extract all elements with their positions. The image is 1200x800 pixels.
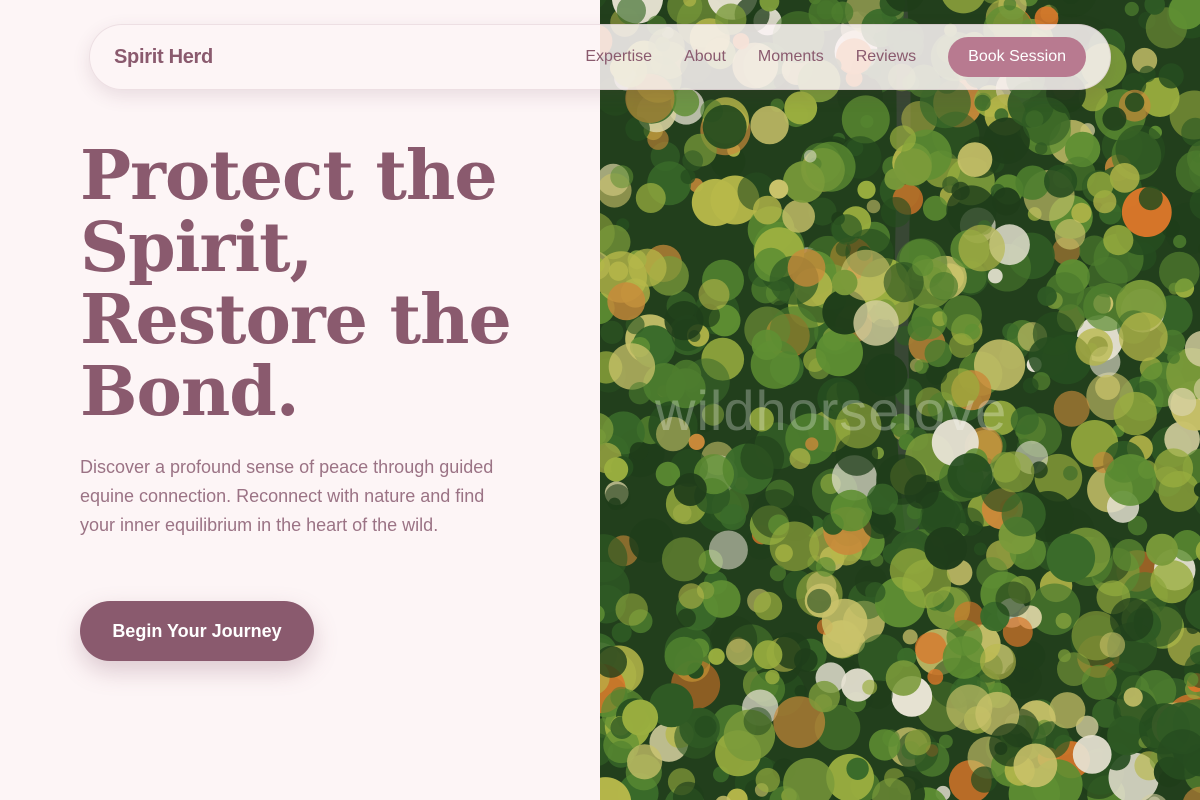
hero-title-line: Protect the [80, 136, 498, 216]
landing-page: Protect the Spirit, Restore the Bond. Di… [0, 0, 1200, 800]
nav-link-moments[interactable]: Moments [758, 48, 824, 66]
hero-description: Discover a profound sense of peace throu… [80, 457, 494, 535]
book-session-button[interactable]: Book Session [948, 37, 1086, 77]
hero-title-line: Spirit, [80, 208, 313, 288]
forest-aerial-image [600, 0, 1200, 800]
nav-links: Expertise About Moments Reviews Book Ses… [553, 37, 1086, 77]
hero-left-pane: Protect the Spirit, Restore the Bond. Di… [0, 0, 600, 800]
brand-logo[interactable]: Spirit Herd [114, 46, 213, 69]
hero-title-line: Bond. [80, 352, 300, 432]
top-navbar: Spirit Herd Expertise About Moments Revi… [89, 24, 1111, 90]
hero-title: Protect the Spirit, Restore the Bond. [80, 140, 580, 428]
forest-canopy-graphic [600, 0, 1200, 800]
nav-link-reviews[interactable]: Reviews [856, 48, 916, 66]
nav-link-expertise[interactable]: Expertise [585, 48, 652, 66]
begin-journey-button[interactable]: Begin Your Journey [80, 601, 314, 661]
nav-link-about[interactable]: About [684, 48, 726, 66]
hero-title-line: Restore the [80, 280, 512, 360]
